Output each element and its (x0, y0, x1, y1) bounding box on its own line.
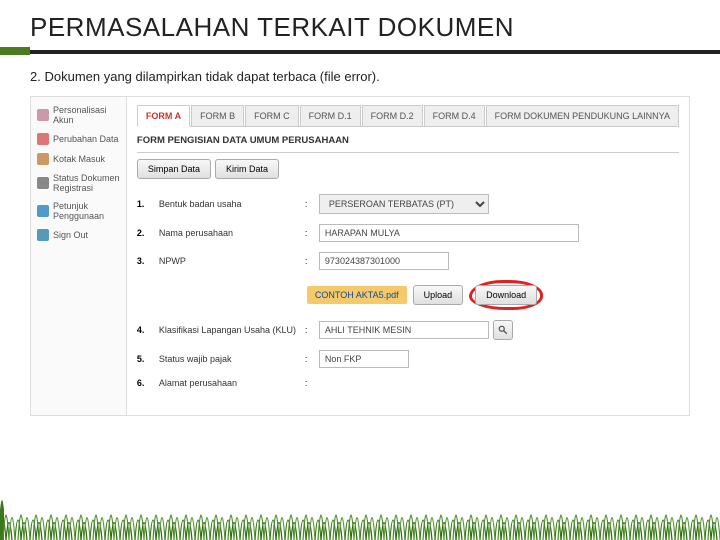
row-npwp: 3. NPWP : (137, 247, 679, 275)
row-number: 3. (137, 256, 153, 266)
form-section-title: FORM PENGISIAN DATA UMUM PERUSAHAAN (137, 127, 679, 153)
attached-file-name: CONTOH AKTA5.pdf (307, 286, 407, 304)
sidebar-item-label: Kotak Masuk (53, 154, 105, 164)
row-nama-perusahaan: 2. Nama perusahaan : (137, 219, 679, 247)
app-frame: Personalisasi Akun Perubahan Data Kotak … (30, 96, 690, 416)
tab-form-a[interactable]: FORM A (137, 105, 190, 127)
row-status-pajak: 5. Status wajib pajak : (137, 345, 679, 373)
sidebar: Personalisasi Akun Perubahan Data Kotak … (31, 97, 127, 415)
row-number: 2. (137, 228, 153, 238)
user-icon (37, 109, 49, 121)
tab-bar: FORM A FORM B FORM C FORM D.1 FORM D.2 F… (137, 105, 679, 127)
mail-icon (37, 153, 49, 165)
tab-form-b[interactable]: FORM B (191, 105, 244, 126)
row-number: 1. (137, 199, 153, 209)
row-label: Klasifikasi Lapangan Usaha (KLU) (159, 325, 299, 335)
signout-icon (37, 229, 49, 241)
sidebar-item-label: Personalisasi Akun (53, 105, 120, 125)
row-alamat: 6. Alamat perusahaan : (137, 373, 679, 393)
search-icon (498, 325, 508, 335)
row-label: Nama perusahaan (159, 228, 299, 238)
send-button[interactable]: Kirim Data (215, 159, 279, 179)
bentuk-badan-select[interactable]: PERSEROAN TERBATAS (PT) (319, 194, 489, 214)
save-button[interactable]: Simpan Data (137, 159, 211, 179)
sidebar-item-label: Petunjuk Penggunaan (53, 201, 120, 221)
subheading-number: 2. (30, 69, 41, 84)
row-label: Alamat perusahaan (159, 378, 299, 388)
tab-form-d2[interactable]: FORM D.2 (362, 105, 423, 126)
status-pajak-input[interactable] (319, 350, 409, 368)
row-label: Status wajib pajak (159, 354, 299, 364)
sidebar-item-status-dokumen[interactable]: Status Dokumen Registrasi (31, 169, 126, 197)
sidebar-item-petunjuk[interactable]: Petunjuk Penggunaan (31, 197, 126, 225)
help-icon (37, 205, 49, 217)
sidebar-item-signout[interactable]: Sign Out (31, 225, 126, 245)
sidebar-item-kotak-masuk[interactable]: Kotak Masuk (31, 149, 126, 169)
form-action-row: Simpan Data Kirim Data (137, 159, 679, 179)
npwp-input[interactable] (319, 252, 449, 270)
row-number: 4. (137, 325, 153, 335)
row-file-attachment: CONTOH AKTA5.pdf Upload Download (137, 275, 679, 315)
tab-form-d4[interactable]: FORM D.4 (424, 105, 485, 126)
sidebar-item-perubahan[interactable]: Perubahan Data (31, 129, 126, 149)
row-label: Bentuk badan usaha (159, 199, 299, 209)
nama-perusahaan-input[interactable] (319, 224, 579, 242)
upload-button[interactable]: Upload (413, 285, 464, 305)
sidebar-item-label: Perubahan Data (53, 134, 119, 144)
row-bentuk-badan: 1. Bentuk badan usaha : PERSEROAN TERBAT… (137, 189, 679, 219)
title-divider (0, 47, 720, 55)
row-klu: 4. Klasifikasi Lapangan Usaha (KLU) : (137, 315, 679, 345)
sidebar-item-personalisasi[interactable]: Personalisasi Akun (31, 101, 126, 129)
slide-title: PERMASALAHAN TERKAIT DOKUMEN (0, 0, 720, 47)
row-number: 6. (137, 378, 153, 388)
tab-form-c[interactable]: FORM C (245, 105, 299, 126)
download-highlight-circle: Download (469, 280, 543, 310)
main-content: FORM A FORM B FORM C FORM D.1 FORM D.2 F… (127, 97, 689, 415)
grass-decoration (0, 480, 720, 540)
sidebar-item-label: Sign Out (53, 230, 88, 240)
subheading-text: Dokumen yang dilampirkan tidak dapat ter… (44, 69, 379, 84)
tab-form-d1[interactable]: FORM D.1 (300, 105, 361, 126)
row-label: NPWP (159, 256, 299, 266)
slide-subheading: 2. Dokumen yang dilampirkan tidak dapat … (0, 65, 720, 96)
edit-icon (37, 133, 49, 145)
sidebar-item-label: Status Dokumen Registrasi (53, 173, 120, 193)
row-number: 5. (137, 354, 153, 364)
search-klu-button[interactable] (493, 320, 513, 340)
tab-form-dokumen-lain[interactable]: FORM DOKUMEN PENDUKUNG LAINNYA (486, 105, 679, 126)
klu-input[interactable] (319, 321, 489, 339)
download-button[interactable]: Download (475, 285, 537, 305)
document-icon (37, 177, 49, 189)
